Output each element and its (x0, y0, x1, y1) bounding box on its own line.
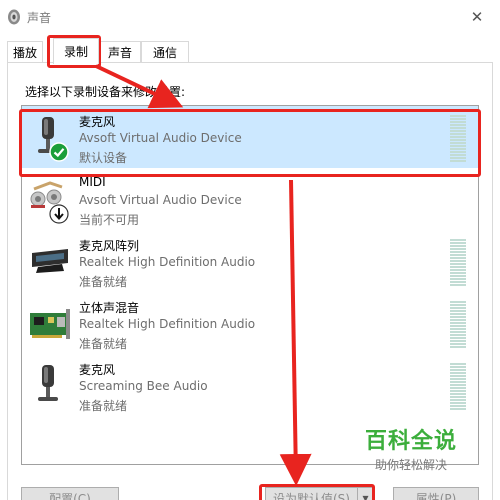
device-status: 当前不可用 (79, 213, 140, 227)
microphone-icon (38, 365, 58, 401)
device-status: 准备就绪 (79, 399, 128, 413)
close-button[interactable]: ✕ (454, 0, 500, 33)
list-item-device[interactable]: 麦克风 Screaming Bee Audio 准备就绪 (22, 354, 478, 416)
instruction-text: 选择以下录制设备来修改设置: (25, 85, 186, 99)
device-status: 准备就绪 (79, 275, 128, 289)
close-icon: ✕ (470, 7, 484, 26)
device-driver: Screaming Bee Audio (79, 379, 208, 393)
device-name: 麦克风阵列 (79, 239, 140, 253)
device-name: 麦克风 (79, 363, 116, 377)
annotation-highlight-button (259, 484, 375, 500)
level-meter (450, 301, 466, 349)
device-name: 立体声混音 (79, 301, 140, 315)
unavailable-arrow-icon (49, 204, 69, 224)
microphone-array-icon (32, 249, 68, 273)
device-driver: Realtek High Definition Audio (79, 255, 256, 269)
device-driver: Realtek High Definition Audio (79, 317, 256, 331)
properties-button[interactable]: 属性(P) (393, 487, 479, 500)
list-item-device[interactable]: MIDI Avsoft Virtual Audio Device 当前不可用 (22, 168, 478, 230)
list-item-device[interactable]: 麦克风阵列 Realtek High Definition Audio 准备就绪 (22, 230, 478, 292)
level-meter (450, 363, 466, 411)
device-status: 准备就绪 (79, 337, 128, 351)
device-name: MIDI (79, 175, 106, 189)
tab-recording[interactable]: 录制 (53, 38, 99, 64)
watermark-main: 百科全说 (364, 429, 457, 454)
watermark: 百科全说 助你轻松解决 (356, 423, 466, 473)
speaker-icon (8, 9, 20, 25)
level-meter (450, 239, 466, 287)
title-bar: 声音 ✕ (0, 0, 500, 33)
watermark-sub: 助你轻松解决 (374, 458, 447, 472)
device-driver: Avsoft Virtual Audio Device (79, 193, 242, 207)
list-item-device[interactable]: 立体声混音 Realtek High Definition Audio 准备就绪 (22, 292, 478, 354)
sound-card-icon (30, 309, 70, 339)
configure-button[interactable]: 配置(C) (21, 487, 119, 500)
tab-sounds[interactable]: 声音 (99, 41, 141, 63)
annotation-highlight-device (19, 109, 481, 177)
window-title: 声音 (27, 11, 52, 25)
tab-communications[interactable]: 通信 (141, 41, 189, 63)
tab-playback[interactable]: 播放 (7, 41, 43, 63)
